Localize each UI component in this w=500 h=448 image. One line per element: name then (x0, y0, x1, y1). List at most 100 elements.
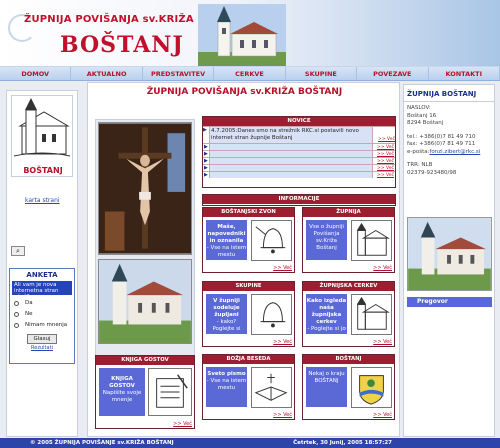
sitemap-link[interactable]: karta strani (25, 197, 60, 204)
right-column: ŽUPNIJA BOŠTANJ NASLOV: Boštanj 16 8294 … (403, 84, 495, 437)
news-more-link[interactable]: >> Več (373, 127, 395, 143)
card-bostanjski-zvon: BOŠTANJSKI ZVON Maše, napovedniki in ozn… (202, 207, 295, 273)
bostanj-logo[interactable]: BOŠTANJ (11, 95, 73, 177)
guestbook-card: KNJIGA GOSTOV KNJIGA GOSTOV Napišite svo… (95, 355, 195, 429)
main-column: ŽUPNIJA POVIŠANJA sv.KRIŽA BOŠTANJ KNJIG… (87, 82, 400, 437)
left-column: BOŠTANJ karta strani ⌕ ANKETA Ali vam je… (6, 90, 78, 437)
card-bozja-beseda: BOŽJA BESEDA Sveto pismo - Vse na istem m… (202, 354, 295, 420)
news-item: ▶ >> Več (203, 164, 395, 171)
trr-number: 02379-923480/98 (407, 169, 457, 176)
card-zupnija: ŽUPNIJA Vse o župniji Povišanja sv.Križa… (302, 207, 395, 273)
news-item: ▶ 4.7.2005:Danes smo na strežnik RKC.si … (203, 126, 395, 143)
contact-title: ŽUPNIJA BOŠTANJ (404, 85, 494, 102)
card-more-link[interactable]: >> Več (273, 265, 292, 271)
card-more-link[interactable]: >> Več (373, 265, 392, 271)
bell-icon (251, 294, 292, 335)
logo-text: BOŠTANJ (23, 166, 63, 175)
site-header: ŽUPNIJA POVIŠANJA sv.KRIŽA BOŠTANJ (0, 0, 500, 67)
address-line: Boštanj 16 (407, 112, 437, 119)
poll-option-ne[interactable]: Ne (14, 311, 70, 317)
info-title: INFORMACIJE (203, 195, 395, 204)
fax: fax: +386(0)7 81 49 711 (407, 141, 476, 147)
vote-button[interactable]: Glasuj (27, 334, 57, 344)
news-more-link[interactable]: >> Več (373, 152, 395, 157)
church-exterior-photo (407, 217, 492, 291)
page-title: ŽUPNIJA POVIŠANJA sv.KRIŽA BOŠTANJ (146, 87, 343, 97)
news-more-link[interactable]: >> Več (373, 166, 395, 171)
nav-domov[interactable]: DOMOV (0, 67, 72, 80)
news-title: NOVICE (203, 117, 395, 126)
phone: tel.: +386(0)7 81 49 710 (407, 133, 476, 140)
nav-povezave[interactable]: POVEZAVE (357, 67, 429, 80)
card-more-link[interactable]: >> Več (273, 412, 292, 418)
church-logo-icon (13, 98, 71, 157)
crucifix-photo (98, 122, 192, 255)
radio-icon[interactable] (14, 300, 19, 306)
card-title: BOŠTANJ (303, 355, 394, 364)
guestbook-drawing-icon (148, 368, 192, 416)
news-more-link[interactable]: >> Več (373, 145, 395, 150)
news-more-link[interactable]: >> Več (373, 173, 395, 178)
news-more-link[interactable]: >> Več (373, 159, 395, 164)
church-drawing-icon (351, 294, 392, 335)
news-item: ▶ >> Več (203, 171, 395, 178)
poll-results-link[interactable]: Rezultati (10, 345, 74, 351)
coat-of-arms-icon (351, 367, 392, 408)
poll-question: Ali vam je nova internetna stran všeč? (12, 281, 72, 300)
poll-title: ANKETA (26, 271, 58, 279)
card-bostanj: BOŠTANJ Nekaj o kraju BOŠTANJ >> Več (302, 354, 395, 420)
proverb-button[interactable]: Pregovor (407, 297, 492, 307)
radio-icon[interactable] (14, 311, 19, 317)
card-zupnijska-cerkev: ŽUPNIJSKA CERKEV Kako izgleda naša župni… (302, 281, 395, 347)
news-item-text: 4.7.2005:Danes smo na strežnik RKC.si po… (209, 127, 373, 143)
guestbook-body: KNJIGA GOSTOV Napišite svoje mnenje (99, 368, 145, 416)
search-icon[interactable]: ⌕ (11, 246, 25, 256)
card-more-link[interactable]: >> Več (373, 412, 392, 418)
bible-icon (251, 367, 292, 408)
card-more-link[interactable]: >> Več (373, 339, 392, 345)
info-header: INFORMACIJE (202, 194, 396, 206)
card-body: Sveto pismo - Vse na istem mestu (206, 367, 247, 407)
bell-icon (251, 220, 292, 261)
nav-aktualno[interactable]: AKTUALNO (71, 67, 143, 80)
poll-option-nimam[interactable]: Nimam mnenja (14, 322, 70, 328)
card-more-link[interactable]: >> Več (273, 339, 292, 345)
poll-box: ANKETA Ali vam je nova internetna stran … (9, 268, 75, 364)
main-nav: DOMOV AKTUALNO PREDSTAVITEV CERKVE SKUPI… (0, 67, 500, 81)
email-link[interactable]: fonzi.zibert@rkc.si (429, 149, 480, 155)
card-body: Vse o župniji Povišanja sv.Križa Boštanj (306, 220, 347, 260)
church-photo (98, 259, 192, 344)
news-item: ▶ >> Več (203, 157, 395, 164)
card-title: BOŠTANJSKI ZVON (203, 208, 294, 217)
header-parish-name: ŽUPNIJA POVIŠANJA sv.KRIŽA (24, 14, 194, 25)
card-title: BOŽJA BESEDA (203, 355, 294, 364)
nav-cerkve[interactable]: CERKVE (214, 67, 286, 80)
contact-info: NASLOV: Boštanj 16 8294 Boštanj tel.: +3… (404, 102, 494, 180)
address-line: 8294 Boštanj (407, 120, 444, 126)
church-header-image (198, 4, 286, 66)
card-skupine: SKUPINE V župniji sodeluje župljani - kak… (202, 281, 295, 347)
card-body: Maše, napovedniki in oznanila - Vse na is… (206, 220, 247, 260)
guestbook-more-link[interactable]: >> Več (173, 421, 192, 427)
news-box: NOVICE ▶ 4.7.2005:Danes smo na strežnik … (202, 116, 396, 188)
card-body: Kako izgleda naša župnijska cerkev - Pogl… (306, 294, 347, 334)
nav-kontakti[interactable]: KONTAKTI (429, 67, 500, 80)
footer: © 2005 ŽUPNIJA POVIŠANJE sv.KRIŽA BOŠTAN… (0, 438, 500, 448)
radio-icon[interactable] (14, 322, 19, 328)
church-drawing-icon (351, 220, 392, 261)
nav-predstavitev[interactable]: PREDSTAVITEV (143, 67, 215, 80)
header-town-name: BOŠTANJ (60, 32, 184, 58)
trr-label: TRR: NLB (407, 162, 433, 168)
card-title: ŽUPNIJSKA CERKEV (303, 282, 394, 291)
news-item: ▶ >> Več (203, 150, 395, 157)
news-item: ▶ >> Več (203, 143, 395, 150)
card-title: SKUPINE (203, 282, 294, 291)
poll-option-da[interactable]: Da (14, 300, 70, 306)
email-line: e-pošta:fonzi.zibert@rkc.si (407, 148, 481, 155)
nav-skupine[interactable]: SKUPINE (286, 67, 358, 80)
card-title: ŽUPNIJA (303, 208, 394, 217)
card-body: Nekaj o kraju BOŠTANJ (306, 367, 347, 407)
footer-date: Četrtek, 30 Junij, 2005 18:57:27 (293, 440, 392, 446)
card-body: V župniji sodeluje župljani - kako? Pogle… (206, 294, 247, 334)
footer-copyright: © 2005 ŽUPNIJA POVIŠANJE sv.KRIŽA BOŠTAN… (30, 440, 174, 446)
